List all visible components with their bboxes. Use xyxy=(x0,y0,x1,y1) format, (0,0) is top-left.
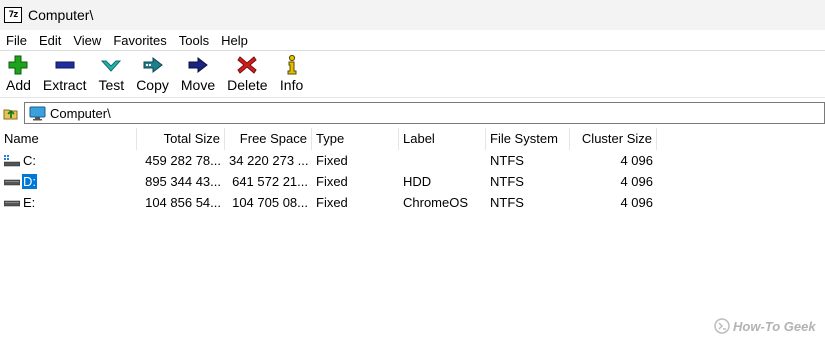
free-space-cell: 34 220 273 ... xyxy=(229,153,309,168)
menu-tools[interactable]: Tools xyxy=(173,33,215,48)
name-cell: C: xyxy=(0,153,137,168)
up-folder-icon xyxy=(3,109,18,120)
menu-help[interactable]: Help xyxy=(215,33,254,48)
table-row[interactable]: E: 104 856 54... 104 705 08... Fixed Chr… xyxy=(0,192,825,213)
info-label: Info xyxy=(279,77,304,93)
watermark-logo-icon xyxy=(714,318,730,334)
file-system-cell: NTFS xyxy=(490,195,524,210)
add-icon xyxy=(6,54,30,76)
copy-label: Copy xyxy=(136,77,169,93)
cluster-size-cell: 4 096 xyxy=(620,153,653,168)
type-cell: Fixed xyxy=(316,153,348,168)
address-path: Computer\ xyxy=(50,105,111,121)
address-bar: Computer\ xyxy=(0,101,825,125)
title-bar: 7z Computer\ xyxy=(0,0,825,30)
drive-name: E: xyxy=(23,195,36,210)
table-row[interactable]: C: 459 282 78... 34 220 273 ... Fixed NT… xyxy=(0,150,825,171)
menu-file[interactable]: File xyxy=(0,33,33,48)
drive-name: C: xyxy=(23,153,36,168)
column-header-file-system[interactable]: File System xyxy=(486,128,570,150)
column-header-free-space[interactable]: Free Space xyxy=(225,128,312,150)
copy-icon xyxy=(141,54,165,76)
menu-bar: File Edit View Favorites Tools Help xyxy=(0,30,825,50)
menu-favorites[interactable]: Favorites xyxy=(107,33,172,48)
total-size-cell: 895 344 43... xyxy=(145,174,221,189)
column-header-cluster-size[interactable]: Cluster Size xyxy=(570,128,657,150)
toolbar: Add Extract Test Copy Move Delete Info xyxy=(0,52,310,96)
windows-drive-icon xyxy=(4,154,20,167)
watermark-text: How-To Geek xyxy=(733,318,816,334)
computer-icon xyxy=(29,106,46,120)
menu-divider xyxy=(0,50,825,51)
move-label: Move xyxy=(180,77,216,93)
move-button[interactable]: Move xyxy=(175,52,221,96)
column-header-type[interactable]: Type xyxy=(312,128,399,150)
delete-button[interactable]: Delete xyxy=(221,52,273,96)
drive-name: D: xyxy=(22,174,37,189)
extract-button[interactable]: Extract xyxy=(37,52,93,96)
column-header-name[interactable]: Name xyxy=(0,128,137,150)
extract-label: Extract xyxy=(42,77,87,93)
table-header: Name Total Size Free Space Type Label Fi… xyxy=(0,128,825,150)
app-logo-icon: 7z xyxy=(4,7,22,23)
window-title: Computer\ xyxy=(28,7,94,23)
column-header-total-size[interactable]: Total Size xyxy=(137,128,225,150)
toolbar-divider xyxy=(0,97,825,98)
add-button[interactable]: Add xyxy=(0,52,37,96)
total-size-cell: 459 282 78... xyxy=(145,153,221,168)
up-folder-button[interactable] xyxy=(2,104,20,122)
copy-button[interactable]: Copy xyxy=(130,52,175,96)
drive-icon xyxy=(4,197,20,209)
free-space-cell: 641 572 21... xyxy=(232,174,308,189)
cluster-size-cell: 4 096 xyxy=(620,174,653,189)
label-cell: ChromeOS xyxy=(403,195,469,210)
menu-view[interactable]: View xyxy=(67,33,107,48)
drive-list-table: Name Total Size Free Space Type Label Fi… xyxy=(0,128,825,213)
delete-icon xyxy=(235,54,259,76)
info-button[interactable]: Info xyxy=(274,52,310,96)
total-size-cell: 104 856 54... xyxy=(145,195,221,210)
file-system-cell: NTFS xyxy=(490,153,524,168)
drive-icon xyxy=(4,176,20,188)
name-cell: D: xyxy=(0,174,137,189)
free-space-cell: 104 705 08... xyxy=(232,195,308,210)
table-row[interactable]: D: 895 344 43... 641 572 21... Fixed HDD… xyxy=(0,171,825,192)
label-cell: HDD xyxy=(403,174,432,189)
info-icon xyxy=(280,54,304,76)
add-label: Add xyxy=(6,77,31,93)
cluster-size-cell: 4 096 xyxy=(620,195,653,210)
watermark: How-To Geek xyxy=(714,318,816,334)
delete-label: Delete xyxy=(227,77,268,93)
extract-icon xyxy=(53,54,77,76)
type-cell: Fixed xyxy=(316,195,348,210)
test-button[interactable]: Test xyxy=(93,52,131,96)
test-icon xyxy=(99,54,123,76)
menu-edit[interactable]: Edit xyxy=(33,33,67,48)
move-icon xyxy=(186,54,210,76)
type-cell: Fixed xyxy=(316,174,348,189)
file-system-cell: NTFS xyxy=(490,174,524,189)
name-cell: E: xyxy=(0,195,137,210)
column-header-label[interactable]: Label xyxy=(399,128,486,150)
address-field[interactable]: Computer\ xyxy=(24,102,825,124)
test-label: Test xyxy=(98,77,125,93)
